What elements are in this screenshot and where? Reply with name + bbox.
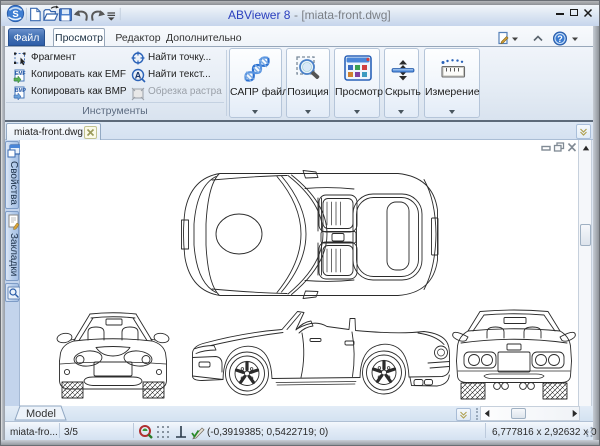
svg-text:?: ? <box>557 34 563 44</box>
svg-text:S: S <box>12 9 18 20</box>
svg-text:BMP: BMP <box>15 88 27 94</box>
svg-text:A: A <box>135 71 142 81</box>
svg-text:EMF: EMF <box>15 71 26 77</box>
svg-text:Model: Model <box>26 408 56 420</box>
